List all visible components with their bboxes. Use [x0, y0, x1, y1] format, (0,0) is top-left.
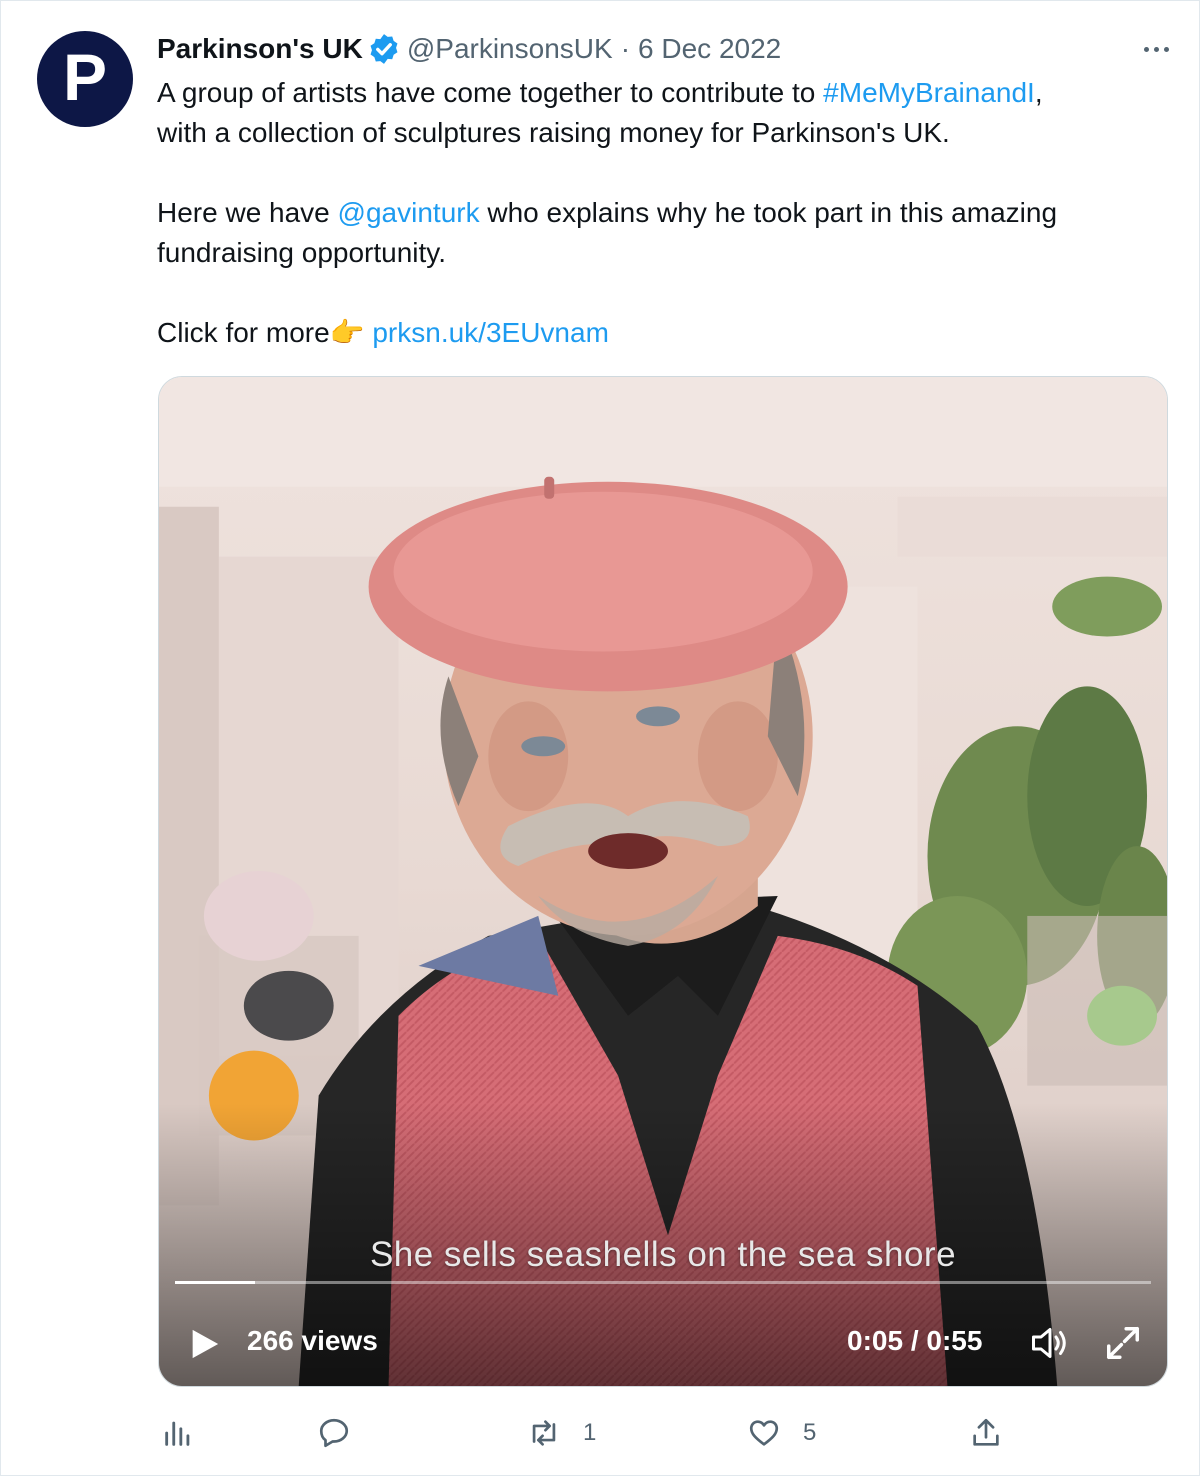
tweet-text-line: with a collection of sculptures raising …	[157, 117, 950, 148]
pointing-hand-emoji-icon: 👉	[329, 317, 365, 348]
fullscreen-icon[interactable]	[1103, 1324, 1143, 1362]
author-name[interactable]: Parkinson's UK	[157, 33, 363, 65]
external-link[interactable]: prksn.uk/3EUvnam	[372, 317, 609, 348]
tweet-text-line: A group of artists have come together to…	[157, 77, 824, 108]
like-button[interactable]: 5	[747, 1411, 816, 1455]
retweet-count: 1	[583, 1419, 597, 1446]
mention-link[interactable]: @gavinturk	[338, 197, 480, 228]
volume-muted-icon[interactable]	[1029, 1324, 1071, 1362]
avatar[interactable]: P	[37, 31, 133, 127]
share-icon	[973, 1418, 999, 1446]
video-time: 0:05 / 0:55	[847, 1325, 983, 1356]
header-separator: ·	[620, 33, 631, 64]
tweet-actions: 1 5	[157, 1411, 1157, 1455]
heart-icon	[749, 1420, 779, 1446]
tweet-text-line: who explains why he took part in this am…	[479, 197, 1058, 228]
tweet-text-line: Here we have	[157, 197, 338, 228]
tweet-card[interactable]: P Parkinson's UK @ParkinsonsUK · 6 Dec 2…	[0, 0, 1200, 1476]
more-options-icon[interactable]	[1133, 37, 1179, 61]
tweet-header: Parkinson's UK @ParkinsonsUK · 6 Dec 202…	[157, 31, 781, 67]
views-button[interactable]	[161, 1411, 195, 1455]
video-views: 266 views	[247, 1325, 378, 1356]
tweet-text-line: fundraising opportunity.	[157, 237, 446, 268]
retweet-button[interactable]: 1	[527, 1411, 596, 1455]
reply-button[interactable]	[317, 1411, 373, 1455]
video-progress-bar[interactable]	[175, 1281, 1151, 1284]
tweet-text-line: Click for more	[157, 317, 330, 348]
video-player[interactable]: She sells seashells on the sea shore 266…	[158, 376, 1168, 1387]
play-icon[interactable]	[187, 1327, 221, 1361]
share-button[interactable]	[969, 1411, 1003, 1455]
reply-icon	[319, 1418, 349, 1448]
like-count: 5	[803, 1419, 817, 1446]
video-progress-fill	[175, 1281, 256, 1284]
avatar-logo: P	[62, 40, 108, 114]
hashtag-link[interactable]: #MeMyBrainandI	[823, 77, 1035, 108]
tweet-date[interactable]: 6 Dec 2022	[638, 33, 781, 65]
author-handle[interactable]: @ParkinsonsUK	[407, 33, 613, 65]
retweet-icon	[532, 1420, 556, 1446]
analytics-icon	[165, 1421, 190, 1446]
video-caption: She sells seashells on the sea shore	[369, 1235, 957, 1274]
verified-badge-icon	[370, 34, 398, 64]
tweet-text-punct: ,	[1034, 77, 1043, 108]
tweet-text: A group of artists have come together to…	[157, 73, 1157, 353]
